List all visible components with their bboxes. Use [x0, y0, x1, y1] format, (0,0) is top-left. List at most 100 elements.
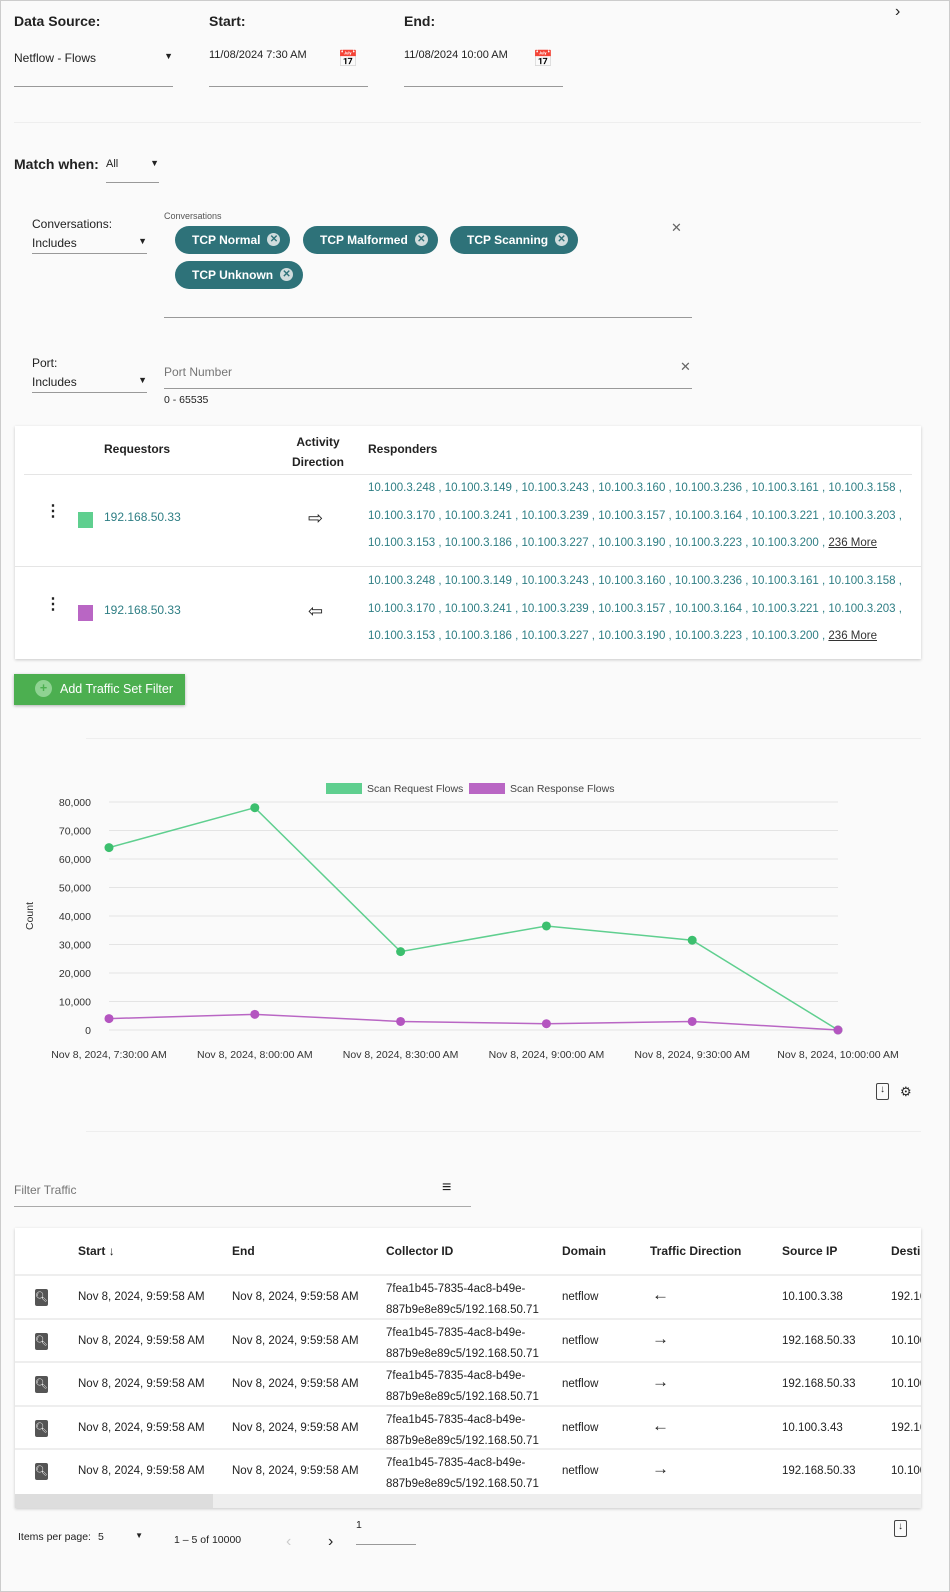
calendar-icon[interactable]: 📅	[338, 49, 358, 69]
legend-label[interactable]: Scan Response Flows	[510, 783, 614, 795]
chip-tcp-normal[interactable]: TCP Normal ✕	[175, 226, 291, 254]
header-collector-id[interactable]: Collector ID	[386, 1244, 453, 1258]
header-traffic-direction[interactable]: Traffic Direction	[650, 1244, 741, 1258]
conversations-mode-select[interactable]: Includes ▼	[32, 236, 147, 254]
chip-tcp-unknown[interactable]: TCP Unknown ✕	[175, 261, 304, 289]
more-options-icon[interactable]: ⋮	[45, 597, 61, 613]
items-per-page-select[interactable]: 5 ▼	[98, 1531, 143, 1543]
data-point[interactable]	[104, 843, 114, 853]
data-point[interactable]	[396, 947, 406, 957]
chip-label: TCP Unknown	[192, 268, 274, 282]
table-row[interactable]: 🔍︎ Nov 8, 2024, 9:59:58 AM Nov 8, 2024, …	[15, 1404, 921, 1449]
legend-label[interactable]: Scan Request Flows	[367, 783, 463, 795]
scrollbar-thumb[interactable]	[15, 1494, 213, 1508]
collapse-chevron[interactable]: ›	[895, 3, 900, 21]
cell-source-ip: 192.168.50.33	[782, 1378, 856, 1391]
filter-list-icon[interactable]: ≡	[442, 1179, 451, 1197]
horizontal-scrollbar[interactable]	[15, 1494, 921, 1508]
remove-chip-icon[interactable]: ✕	[280, 268, 294, 281]
port-number-input[interactable]	[164, 355, 692, 389]
y-tick-label: 10,000	[59, 997, 91, 1009]
header-source-ip[interactable]: Source IP	[782, 1244, 837, 1258]
more-link[interactable]: 236 More	[828, 630, 877, 642]
data-point[interactable]	[833, 1025, 843, 1035]
data-source-value: Netflow - Flows	[14, 51, 97, 65]
more-link[interactable]: 236 More	[828, 537, 877, 549]
table-row[interactable]: 🔍︎ Nov 8, 2024, 9:59:58 AM Nov 8, 2024, …	[15, 1274, 921, 1318]
settings-icon[interactable]: ⚙	[900, 1084, 912, 1100]
plus-circle-icon: +	[35, 680, 52, 697]
remove-chip-icon[interactable]: ✕	[267, 233, 281, 246]
chevron-down-icon: ▼	[164, 51, 173, 61]
remove-chip-icon[interactable]: ✕	[414, 233, 428, 246]
start-input[interactable]: 11/08/2024 7:30 AM 📅	[209, 49, 368, 87]
match-select[interactable]: All ▼	[106, 158, 159, 183]
port-mode-select[interactable]: Includes ▼	[32, 375, 147, 393]
chip-label: TCP Malformed	[320, 233, 408, 247]
more-options-icon[interactable]: ⋮	[45, 504, 61, 520]
x-tick-label: Nov 8, 2024, 8:30:00 AM	[343, 1049, 459, 1061]
page-number: 1	[356, 1519, 362, 1531]
cell-domain: netflow	[562, 1291, 599, 1303]
header-domain[interactable]: Domain	[562, 1244, 606, 1258]
cell-collector-id: 7fea1b45-7835-4ac8-b49e- 887b9e8e89c5/192…	[386, 1453, 539, 1492]
table-row[interactable]: 🔍︎ Nov 8, 2024, 9:59:58 AM Nov 8, 2024, …	[15, 1361, 921, 1405]
data-source-select[interactable]: Netflow - Flows ▼	[14, 51, 173, 87]
chip-tcp-malformed[interactable]: TCP Malformed ✕	[303, 226, 438, 254]
cell-end: Nov 8, 2024, 9:59:58 AM	[232, 1334, 359, 1347]
collector-line: 887b9e8e89c5/192.168.50.71	[386, 1391, 539, 1404]
view-details-icon[interactable]: 🔍︎	[35, 1332, 48, 1350]
cell-domain: netflow	[562, 1421, 599, 1434]
responder-ips[interactable]: 10.100.3.248 , 10.100.3.149 , 10.100.3.2…	[368, 575, 902, 642]
cell-destination: 10.100	[891, 1334, 921, 1347]
export-icon[interactable]: ↓	[876, 1083, 889, 1100]
data-point[interactable]	[104, 1014, 114, 1024]
table-row[interactable]: 🔍︎ Nov 8, 2024, 9:59:58 AM Nov 8, 2024, …	[15, 1448, 921, 1492]
export-table-icon[interactable]: ↓	[894, 1520, 907, 1537]
calendar-icon[interactable]: 📅	[533, 49, 553, 69]
data-point[interactable]	[541, 1019, 551, 1029]
requestor-ip[interactable]: 192.168.50.33	[104, 510, 181, 524]
legend-swatch[interactable]	[469, 783, 505, 794]
cell-domain: netflow	[562, 1378, 599, 1391]
page-number-input[interactable]: 1	[356, 1519, 416, 1545]
collector-line: 887b9e8e89c5/192.168.50.71	[386, 1434, 539, 1447]
clear-port-icon[interactable]: ✕	[680, 359, 691, 375]
view-details-icon[interactable]: 🔍︎	[35, 1376, 48, 1394]
series-line	[108, 1013, 839, 1031]
cell-source-ip: 10.100.3.43	[782, 1421, 843, 1434]
data-point[interactable]	[687, 1016, 697, 1026]
header-destination[interactable]: Desti	[891, 1244, 920, 1258]
data-point[interactable]	[250, 803, 260, 813]
header-end[interactable]: End	[232, 1244, 255, 1258]
conversations-mode-value: Includes	[32, 236, 77, 250]
collector-line: 887b9e8e89c5/192.168.50.71	[386, 1478, 539, 1491]
data-point[interactable]	[396, 1016, 406, 1026]
cell-start: Nov 8, 2024, 9:59:58 AM	[78, 1291, 205, 1303]
prev-page-button[interactable]: ‹	[286, 1533, 291, 1551]
table-row[interactable]: 🔍︎ Nov 8, 2024, 9:59:58 AM Nov 8, 2024, …	[15, 1317, 921, 1362]
conversations-field[interactable]: TCP Normal ✕ TCP Malformed ✕ TCP Scanning ✕…	[164, 221, 692, 318]
divider	[86, 1131, 921, 1132]
cell-end: Nov 8, 2024, 9:59:58 AM	[232, 1291, 359, 1303]
view-details-icon[interactable]: 🔍︎	[35, 1463, 48, 1481]
remove-chip-icon[interactable]: ✕	[555, 233, 569, 246]
cell-destination: 10.100	[891, 1378, 921, 1391]
end-input[interactable]: 11/08/2024 10:00 AM 📅	[404, 49, 563, 87]
header-start[interactable]: Start ↓	[78, 1244, 115, 1258]
clear-conversations-icon[interactable]: ✕	[671, 220, 682, 236]
responder-ips[interactable]: 10.100.3.248 , 10.100.3.149 , 10.100.3.2…	[368, 482, 902, 549]
filter-traffic-input[interactable]	[14, 1173, 471, 1207]
data-point[interactable]	[687, 935, 697, 945]
data-point[interactable]	[250, 1009, 260, 1019]
collector-line: 887b9e8e89c5/192.168.50.71	[386, 1304, 539, 1316]
end-value: 11/08/2024 10:00 AM	[404, 49, 508, 61]
next-page-button[interactable]: ›	[328, 1533, 333, 1551]
view-details-icon[interactable]: 🔍︎	[35, 1289, 48, 1306]
add-traffic-set-filter-button[interactable]: + Add Traffic Set Filter	[14, 674, 185, 705]
view-details-icon[interactable]: 🔍︎	[35, 1419, 48, 1437]
requestor-ip[interactable]: 192.168.50.33	[104, 603, 181, 617]
data-point[interactable]	[541, 921, 551, 931]
legend-swatch[interactable]	[326, 783, 362, 794]
chip-tcp-scanning[interactable]: TCP Scanning ✕	[450, 226, 579, 254]
